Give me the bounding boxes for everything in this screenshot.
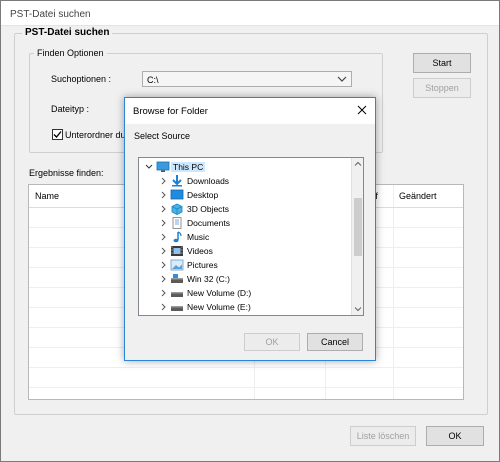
find-options-title: Finden Optionen [34, 48, 107, 58]
clear-list-button[interactable]: Liste löschen [350, 426, 416, 446]
tree-item-videos[interactable]: Videos [139, 244, 351, 258]
stop-button[interactable]: Stoppen [413, 78, 471, 98]
subfolder-checkbox[interactable] [52, 129, 63, 140]
pst-search-window: PST-Datei suchen PST-Datei suchen Finden… [0, 0, 500, 462]
tree-item-3d-objects[interactable]: 3D Objects [139, 202, 351, 216]
tree-item-pictures[interactable]: Pictures [139, 258, 351, 272]
chevron-right-icon[interactable] [159, 260, 167, 270]
row-divider [29, 387, 463, 388]
tree-item-desktop[interactable]: Desktop [139, 188, 351, 202]
tree-scrollbar[interactable] [351, 158, 363, 315]
chevron-down-icon[interactable] [145, 162, 153, 172]
computer-icon [156, 161, 170, 172]
drive-icon [171, 274, 183, 283]
videos-icon [171, 246, 183, 256]
documents-icon [172, 217, 182, 229]
window-title: PST-Datei suchen [10, 9, 91, 20]
tree-item-drive-c[interactable]: Win 32 (C:) [139, 272, 351, 286]
chevron-right-icon[interactable] [159, 288, 167, 298]
search-options-dropdown[interactable]: C:\ [142, 71, 352, 87]
row-divider [29, 367, 463, 368]
tree-item-label: Music [187, 232, 210, 242]
scrollbar-thumb[interactable] [354, 198, 362, 256]
tree-item-downloads[interactable]: Downloads [139, 174, 351, 188]
desktop-icon [170, 189, 184, 200]
music-icon [173, 231, 182, 243]
tree-item-label: Pictures [187, 260, 218, 270]
checkmark-icon [53, 131, 62, 138]
tree-item-label: Videos [187, 246, 213, 256]
start-button[interactable]: Start [413, 53, 471, 73]
tree-item-label: Desktop [187, 190, 219, 200]
3d-objects-icon [171, 203, 183, 215]
dialog-ok-button[interactable]: OK [244, 333, 300, 351]
chevron-right-icon[interactable] [159, 176, 167, 186]
search-options-label: Suchoptionen : [51, 74, 112, 84]
tree-item-label: This PC [171, 162, 206, 172]
drive-icon [171, 306, 183, 311]
ok-button[interactable]: OK [426, 426, 484, 446]
tree-item-drive-e[interactable]: New Volume (E:) [139, 300, 351, 314]
tree-item-music[interactable]: Music [139, 230, 351, 244]
close-icon[interactable] [355, 103, 369, 117]
scroll-down-icon[interactable] [354, 305, 362, 313]
dialog-title-bar: Browse for Folder [125, 98, 375, 124]
pictures-icon [170, 259, 184, 271]
tree-item-label: New Volume (E:) [187, 302, 251, 312]
tree-item-documents[interactable]: Documents [139, 216, 351, 230]
scroll-up-icon[interactable] [354, 160, 362, 168]
dialog-subtitle: Select Source [134, 131, 191, 141]
title-bar: PST-Datei suchen [1, 1, 499, 26]
tree-item-this-pc[interactable]: This PC [139, 160, 351, 174]
chevron-right-icon[interactable] [159, 302, 167, 312]
file-type-label: Dateityp : [51, 104, 90, 114]
chevron-right-icon[interactable] [159, 274, 167, 284]
chevron-right-icon[interactable] [159, 204, 167, 214]
chevron-right-icon[interactable] [159, 246, 167, 256]
chevron-down-icon [337, 76, 347, 82]
folder-tree[interactable]: This PC Downloads Desktop 3D Objects Doc… [138, 157, 364, 316]
tree-item-label: New Volume (D:) [187, 288, 252, 298]
column-header-modified[interactable]: Geändert [399, 191, 437, 201]
pst-search-group-title: PST-Datei suchen [22, 27, 113, 38]
chevron-right-icon[interactable] [159, 218, 167, 228]
tree-item-label: Documents [187, 218, 230, 228]
column-header-name[interactable]: Name [35, 191, 59, 201]
subfolder-checkbox-label: Unterordner durc [65, 130, 134, 140]
downloads-icon [172, 175, 182, 187]
chevron-right-icon[interactable] [159, 232, 167, 242]
results-label: Ergebnisse finden: [29, 168, 104, 178]
chevron-right-icon[interactable] [159, 190, 167, 200]
browse-folder-dialog: Browse for Folder Select Source This PC … [124, 97, 376, 361]
search-options-value: C:\ [147, 75, 159, 85]
tree-item-label: 3D Objects [187, 204, 230, 214]
tree-item-drive-d[interactable]: New Volume (D:) [139, 286, 351, 300]
drive-icon [171, 292, 183, 297]
tree-item-label: Win 32 (C:) [187, 274, 230, 284]
dialog-cancel-button[interactable]: Cancel [307, 333, 363, 351]
tree-item-label: Downloads [187, 176, 230, 186]
dialog-title: Browse for Folder [133, 106, 208, 117]
